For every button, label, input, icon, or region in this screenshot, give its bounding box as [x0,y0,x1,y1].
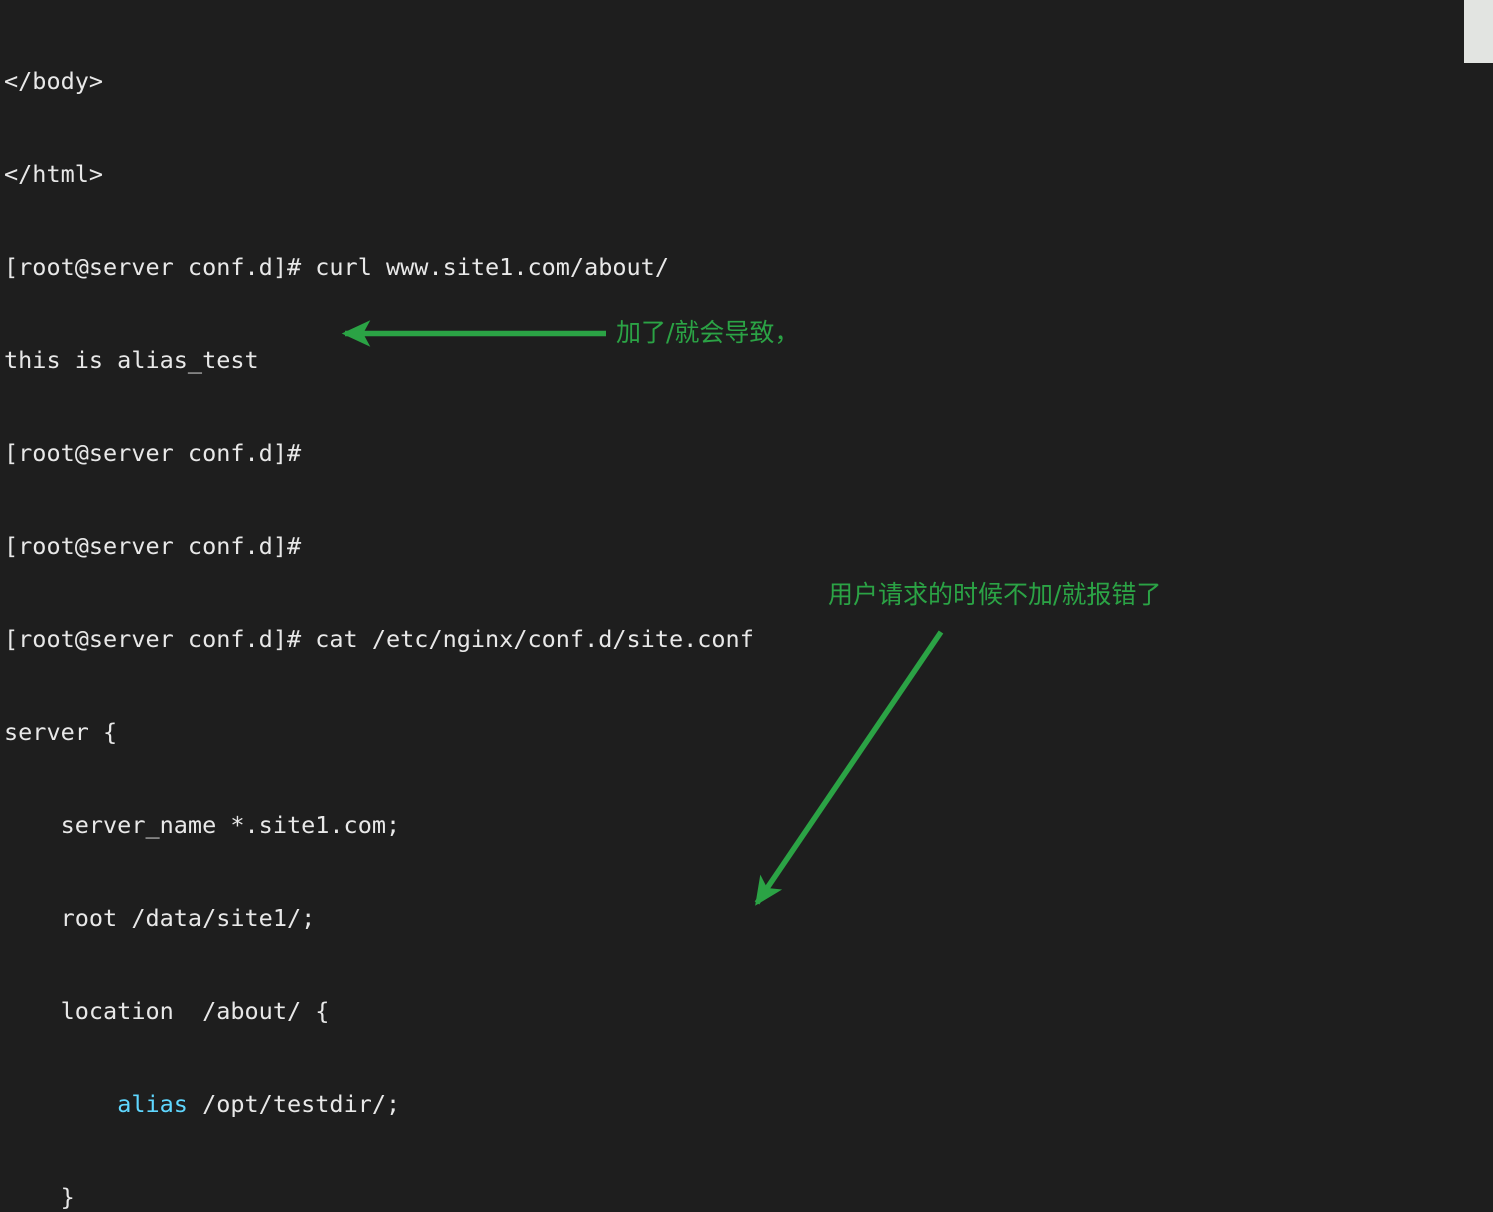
terminal-line-prompt: [root@server conf.d]# [4,438,754,469]
terminal-line: } [4,1182,754,1212]
terminal-line: root /data/site1/; [4,903,754,934]
terminal-line-command: [root@server conf.d]# cat /etc/nginx/con… [4,624,754,655]
terminal-line: location /about/ { [4,996,754,1027]
terminal-line-command: [root@server conf.d]# curl www.site1.com… [4,252,754,283]
annotation-missing-slash-error: 用户请求的时候不加/就报错了 [828,580,1161,610]
terminal-line-prompt: [root@server conf.d]# [4,531,754,562]
terminal-line: this is alias_test [4,345,754,376]
alias-indent [4,1090,117,1118]
scrollbar-thumb[interactable] [1464,0,1493,63]
terminal-line: </html> [4,159,754,190]
terminal-output: </body> </html> [root@server conf.d]# cu… [4,4,754,1212]
alias-keyword: alias [117,1090,188,1118]
terminal-line: server { [4,717,754,748]
annotation-location-slash: 加了/就会导致， [616,318,799,348]
arrow-diagonal-to-curl-command [757,632,941,903]
terminal-line-alias: alias /opt/testdir/; [4,1089,754,1120]
scrollbar-track[interactable] [1464,0,1493,1212]
alias-value: /opt/testdir/; [188,1090,400,1118]
terminal-line: </body> [4,66,754,97]
terminal-line: server_name *.site1.com; [4,810,754,841]
terminal-window: </body> </html> [root@server conf.d]# cu… [0,0,1493,1212]
